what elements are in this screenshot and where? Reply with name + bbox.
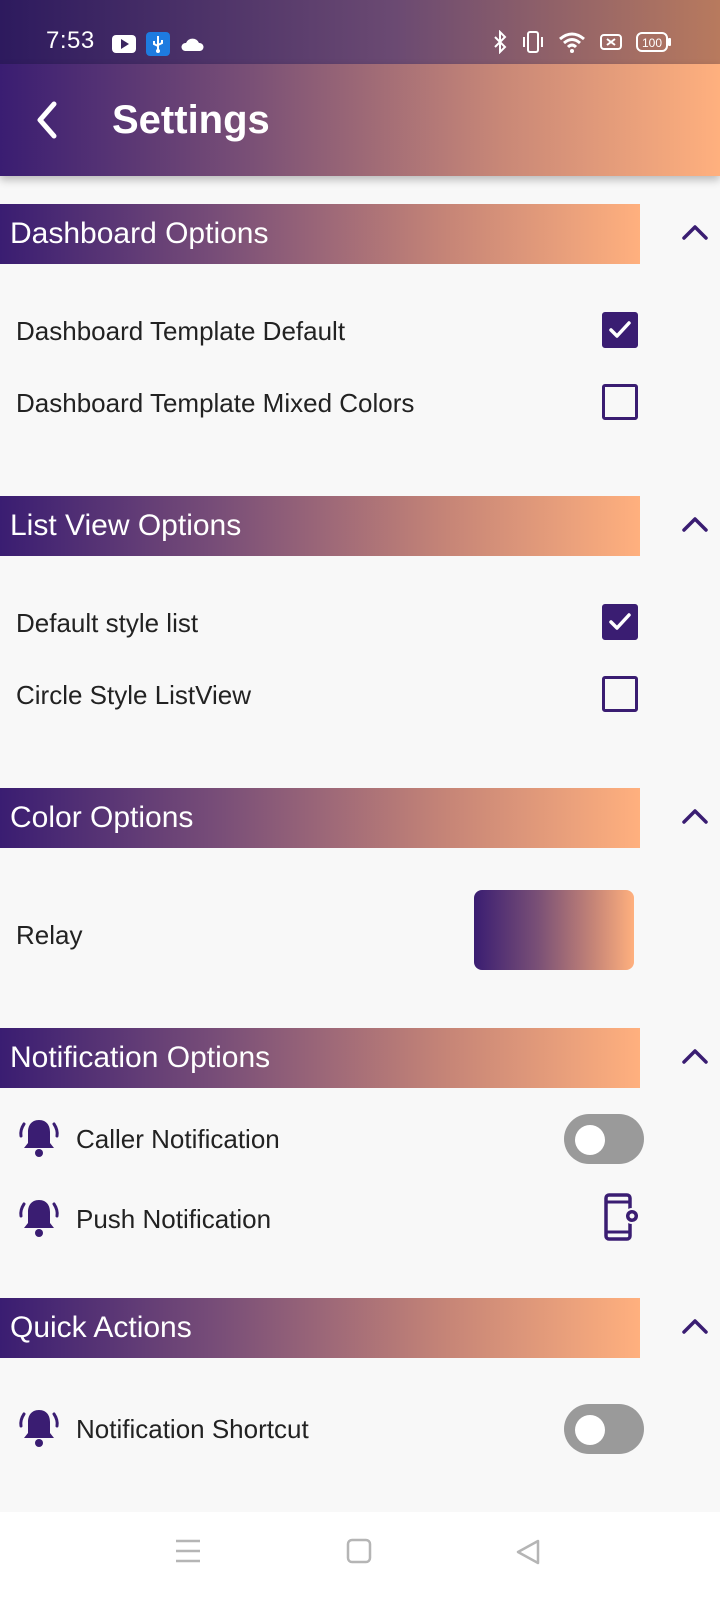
chevron-up-icon[interactable] [680, 1314, 710, 1338]
back-triangle-icon[interactable] [514, 1538, 542, 1566]
option-label: Notification Shortcut [76, 1414, 309, 1444]
toggle-switch[interactable] [564, 1114, 644, 1164]
usb-icon [146, 32, 170, 56]
section-dashboard-options: Dashboard Options Dashboard Template Def… [0, 204, 720, 420]
bell-ringing-icon [19, 1200, 59, 1237]
toggle-switch[interactable] [564, 1404, 644, 1454]
app-bar: Settings [0, 64, 720, 176]
chevron-up-icon[interactable] [680, 512, 710, 536]
bell-ringing-icon [19, 1410, 59, 1447]
battery-saver-icon [600, 34, 622, 50]
section-notification-options: Notification Options Caller Notification… [0, 1028, 720, 1241]
option-label: Circle Style ListView [16, 680, 252, 710]
checkbox-checked[interactable] [602, 312, 638, 348]
chevron-up-icon[interactable] [680, 220, 710, 244]
chevron-up-icon[interactable] [680, 1044, 710, 1068]
wifi-icon [559, 32, 585, 53]
cloud-icon [181, 38, 204, 51]
option-row[interactable]: Caller Notification [0, 1108, 720, 1168]
chevron-up-icon[interactable] [680, 804, 710, 828]
color-option-row[interactable]: Relay [0, 890, 720, 970]
page-title: Settings [112, 98, 270, 142]
battery-level: 100 [642, 36, 662, 50]
status-time: 7:53 [46, 27, 95, 54]
section-header-color[interactable]: Color Options [0, 788, 640, 848]
phone-settings-icon[interactable] [602, 1192, 642, 1242]
checkbox-unchecked[interactable] [602, 676, 638, 712]
vibrate-icon [523, 31, 543, 53]
option-row[interactable]: Default style list [0, 592, 720, 652]
checkbox-checked[interactable] [602, 604, 638, 640]
option-label: Dashboard Template Mixed Colors [16, 388, 415, 418]
option-row[interactable]: Notification Shortcut [0, 1398, 720, 1458]
section-color-options: Color Options Relay [0, 788, 720, 970]
option-row[interactable]: Dashboard Template Mixed Colors [0, 372, 720, 432]
option-label: Default style list [16, 608, 199, 638]
status-bar: 7:53 100 [0, 0, 720, 64]
option-label: Relay [16, 920, 83, 950]
section-quick-actions: Quick Actions Notification Shortcut [0, 1298, 720, 1454]
section-title: Notification Options [10, 1041, 271, 1074]
home-square-icon[interactable] [346, 1538, 372, 1564]
section-header-quick-actions[interactable]: Quick Actions [0, 1298, 640, 1358]
toggle-knob [575, 1415, 605, 1445]
section-title: Quick Actions [10, 1311, 192, 1344]
battery-icon: 100 [636, 32, 671, 52]
option-row[interactable]: Dashboard Template Default [0, 300, 720, 360]
option-label: Push Notification [76, 1204, 272, 1234]
section-header-dashboard[interactable]: Dashboard Options [0, 204, 640, 264]
bell-ringing-icon [19, 1120, 59, 1157]
bluetooth-icon [494, 30, 507, 54]
color-swatch[interactable] [474, 890, 634, 970]
checkbox-unchecked[interactable] [602, 384, 638, 420]
section-title: Dashboard Options [10, 217, 269, 250]
option-label: Dashboard Template Default [16, 316, 346, 346]
section-header-notification[interactable]: Notification Options [0, 1028, 640, 1088]
section-header-list-view[interactable]: List View Options [0, 496, 640, 556]
option-label: Caller Notification [76, 1124, 280, 1154]
menu-icon[interactable] [174, 1538, 202, 1564]
toggle-knob [575, 1125, 605, 1155]
system-nav-bar [0, 1512, 720, 1600]
section-title: Color Options [10, 801, 194, 834]
check-icon [609, 321, 631, 338]
section-title: List View Options [10, 509, 242, 542]
option-row[interactable]: Circle Style ListView [0, 664, 720, 724]
back-arrow-icon[interactable] [26, 96, 74, 144]
check-icon [609, 613, 631, 630]
option-row[interactable]: Push Notification [0, 1188, 720, 1248]
section-list-view-options: List View Options Default style list Cir… [0, 496, 720, 712]
youtube-icon [112, 35, 136, 53]
